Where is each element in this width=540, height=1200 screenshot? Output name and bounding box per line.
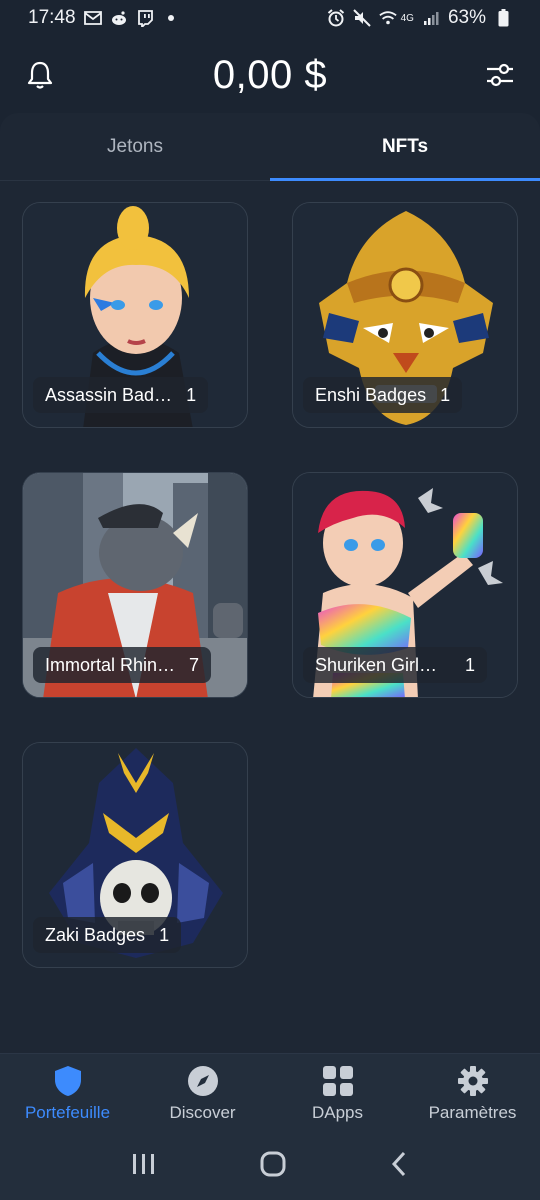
alarm-icon [327, 9, 345, 27]
nft-count: 1 [159, 924, 170, 945]
dot-icon [162, 9, 180, 27]
nav-dapps[interactable]: DApps [270, 1054, 405, 1133]
nft-label: Enshi Badges 1 [303, 377, 463, 413]
total-balance: 0,00 $ [212, 52, 328, 97]
gear-icon [457, 1065, 489, 1097]
nft-card-immortal-rhino[interactable]: Immortal Rhin… 7 [22, 472, 248, 698]
nav-label: Portefeuille [24, 1102, 111, 1122]
battery-icon [494, 9, 512, 27]
tab-jetons[interactable]: Jetons [0, 113, 270, 180]
battery-percent: 63% [447, 7, 486, 28]
nav-discover[interactable]: Discover [135, 1054, 270, 1133]
nft-count: 7 [189, 654, 200, 675]
grid-icon [322, 1065, 354, 1097]
nft-count: 1 [440, 384, 451, 405]
status-bar: 17:48 4G 63% [0, 0, 540, 36]
signal-icon [422, 9, 440, 27]
compass-icon [187, 1065, 219, 1097]
reddit-icon [110, 9, 128, 27]
nft-label: Immortal Rhin… 7 [33, 647, 212, 683]
nav-portefeuille[interactable]: Portefeuille [0, 1054, 135, 1133]
shield-icon [52, 1065, 84, 1097]
nft-card-zaki[interactable]: Zaki Badges 1 [22, 742, 248, 968]
nft-label: Zaki Badges 1 [33, 917, 182, 953]
home-icon[interactable] [259, 1150, 287, 1183]
back-icon[interactable] [389, 1151, 409, 1182]
mute-icon [352, 9, 371, 27]
twitch-icon [136, 9, 154, 27]
main-panel: Jetons NFTs Assassin Bad… 1 Enshi Badges… [0, 113, 540, 1053]
recent-apps-icon[interactable] [131, 1152, 157, 1181]
nft-count: 1 [465, 654, 476, 675]
filter-sliders-icon[interactable] [482, 57, 518, 93]
system-nav-bar [0, 1133, 540, 1200]
nft-name: Immortal Rhin… [45, 654, 176, 675]
nav-label: DApps [311, 1102, 364, 1122]
nft-label: Assassin Bad… 1 [33, 377, 209, 413]
wifi-icon [378, 9, 397, 27]
status-right: 4G 63% [327, 7, 512, 29]
nav-parametres[interactable]: Paramètres [405, 1054, 540, 1133]
status-left: 17:48 [28, 7, 180, 29]
nft-card-shuriken-girl[interactable]: Shuriken Girl… 1 [292, 472, 518, 698]
nav-label: Discover [169, 1102, 236, 1122]
tab-nfts[interactable]: NFTs [270, 113, 540, 181]
asset-tabs: Jetons NFTs [0, 113, 540, 181]
nav-label: Paramètres [428, 1102, 517, 1122]
nft-card-assassin[interactable]: Assassin Bad… 1 [22, 202, 248, 428]
bell-icon[interactable] [22, 57, 58, 93]
network-type: 4G [400, 12, 414, 24]
nft-name: Zaki Badges [45, 924, 146, 945]
status-time: 17:48 [28, 7, 76, 28]
header: 0,00 $ [0, 40, 540, 110]
nft-label: Shuriken Girl… 1 [303, 647, 488, 683]
nft-name: Shuriken Girl… [315, 654, 438, 675]
gmail-icon [83, 9, 102, 27]
nft-name: Assassin Bad… [45, 384, 173, 405]
nft-count: 1 [186, 384, 197, 405]
nft-name: Enshi Badges [315, 384, 427, 405]
bottom-nav: Portefeuille Discover DApps Paramètres [0, 1053, 540, 1133]
nft-card-enshi[interactable]: Enshi Badges 1 [292, 202, 518, 428]
